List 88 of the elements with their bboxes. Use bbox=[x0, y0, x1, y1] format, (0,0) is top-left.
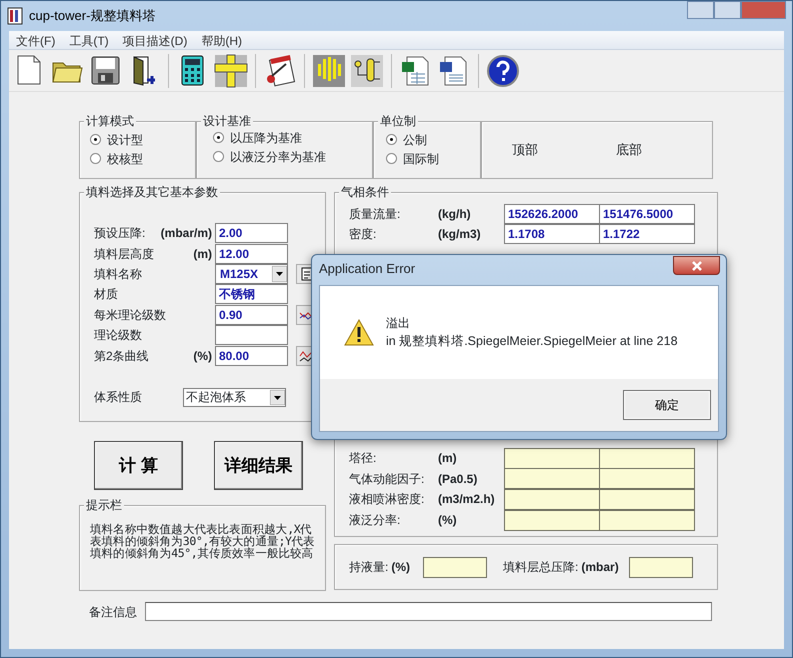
unit-label: (kg/h) bbox=[438, 206, 472, 223]
radio-button[interactable] bbox=[386, 134, 397, 145]
radio-option[interactable]: 校核型 bbox=[90, 149, 195, 168]
column-diagram-icon bbox=[350, 54, 384, 88]
radio-button[interactable] bbox=[90, 153, 101, 164]
ok-button[interactable]: 确定 bbox=[623, 390, 711, 420]
radio-option[interactable]: 以压降为基准 bbox=[213, 128, 372, 147]
packing-dropdown[interactable]: M125X bbox=[215, 264, 288, 284]
hint-text: 填料名称中数值越大代表比表面积越大,X代表填料的倾斜角为30°,有较大的通量;Y代表填料的倾斜角为45°,其传质效率一般比较高 bbox=[90, 523, 316, 559]
radio-option[interactable]: 设计型 bbox=[90, 130, 195, 149]
close-button[interactable] bbox=[673, 256, 720, 275]
field-label: 质量流量: bbox=[349, 206, 402, 223]
field-label: 填料层高度 bbox=[94, 246, 155, 263]
action-button[interactable]: 详细结果 bbox=[214, 441, 303, 490]
field-label: 材质 bbox=[94, 286, 119, 304]
system-dropdown[interactable]: 不起泡体系 bbox=[183, 388, 286, 407]
radio-option[interactable]: 公制 bbox=[386, 130, 480, 149]
field-label: 持液量: bbox=[349, 559, 388, 576]
column-header: 顶部 bbox=[512, 141, 538, 160]
result-field bbox=[628, 556, 693, 578]
input-field[interactable]: 80.00 bbox=[215, 346, 288, 366]
field-label: 预设压降: bbox=[94, 225, 146, 242]
error-message: 溢出 bbox=[386, 315, 411, 332]
minimize-button[interactable] bbox=[687, 1, 714, 19]
unit-label: (Pa0.5) bbox=[438, 470, 478, 488]
radio-option[interactable]: 以液泛分率为基准 bbox=[213, 147, 372, 166]
input-field[interactable]: 152626.2000 bbox=[504, 204, 600, 224]
group-title: 填料选择及其它基本参数 bbox=[84, 186, 220, 198]
menu-item[interactable]: 项目描述(D) bbox=[116, 31, 194, 49]
maximize-button[interactable] bbox=[714, 1, 741, 19]
field-label: 填料层总压降: bbox=[503, 559, 578, 576]
group-title: 单位制 bbox=[378, 115, 418, 127]
field-label: 气体动能因子: bbox=[349, 470, 426, 488]
field-label: 体系性质 bbox=[94, 389, 143, 406]
field-label: 理论级数 bbox=[94, 327, 143, 344]
dropdown-arrow-icon bbox=[272, 266, 287, 282]
input-field[interactable]: 2.00 bbox=[215, 223, 288, 244]
result-field bbox=[423, 556, 488, 578]
unit-label: (m3/m2.h) bbox=[438, 491, 496, 508]
unit-label: (m) bbox=[193, 246, 212, 263]
bar-wave-icon bbox=[312, 54, 346, 88]
app-icon bbox=[7, 6, 23, 24]
dropdown-arrow-icon bbox=[270, 390, 285, 405]
group-title: 计算模式 bbox=[84, 115, 136, 127]
group-title: 气相条件 bbox=[339, 186, 391, 198]
input-field[interactable]: 不锈钢 bbox=[215, 284, 288, 304]
help-icon bbox=[486, 54, 520, 88]
menu-item[interactable]: 文件(F) bbox=[9, 31, 62, 49]
unit-label: (kg/m3) bbox=[438, 226, 482, 243]
unit-label: (mbar) bbox=[581, 559, 619, 576]
unit-label: (%) bbox=[438, 512, 458, 530]
radio-button[interactable] bbox=[386, 153, 397, 164]
column-header: 底部 bbox=[616, 141, 642, 160]
input-field[interactable]: 0.90 bbox=[215, 304, 288, 325]
menu-item[interactable]: 工具(T) bbox=[62, 31, 116, 49]
field-label: 液相喷淋密度: bbox=[349, 491, 426, 508]
unit-label: (%) bbox=[391, 559, 410, 576]
field-label: 备注信息 bbox=[88, 604, 138, 620]
radio-button[interactable] bbox=[213, 132, 224, 143]
warning-icon bbox=[344, 319, 374, 346]
group-title: 提示栏 bbox=[84, 499, 124, 511]
group-title: 设计基准 bbox=[201, 115, 253, 127]
error-detail: in 规整填料塔.SpiegelMeier.SpiegelMeier at line 218 bbox=[386, 333, 678, 350]
input-field[interactable]: 1.1708 bbox=[504, 224, 600, 244]
remark-field[interactable] bbox=[145, 602, 712, 621]
input-field[interactable] bbox=[215, 325, 288, 346]
radio-button[interactable] bbox=[213, 151, 224, 162]
toolbar-button[interactable] bbox=[486, 54, 520, 88]
input-field[interactable]: 12.00 bbox=[215, 244, 288, 264]
action-button[interactable]: 计 算 bbox=[94, 441, 183, 490]
input-field[interactable]: 1.1722 bbox=[599, 224, 695, 244]
close-icon bbox=[690, 260, 702, 270]
unit-label: (%) bbox=[193, 348, 212, 365]
field-label: 第2条曲线 bbox=[94, 348, 150, 365]
window-title: cup-tower-规整填料塔 bbox=[29, 6, 156, 25]
unit-label: (mbar/m) bbox=[160, 225, 212, 242]
field-label: 液泛分率: bbox=[349, 512, 402, 530]
field-label: 塔径: bbox=[349, 450, 378, 468]
dialog-title: Application Error bbox=[319, 260, 416, 278]
unit-label: (m) bbox=[438, 450, 458, 468]
toolbar-button[interactable] bbox=[350, 54, 384, 88]
radio-option[interactable]: 国际制 bbox=[386, 149, 480, 168]
menu-item[interactable]: 帮助(H) bbox=[194, 31, 249, 49]
input-field[interactable]: 151476.5000 bbox=[599, 204, 695, 224]
radio-button[interactable] bbox=[90, 134, 101, 145]
field-label: 每米理论级数 bbox=[94, 306, 167, 324]
field-label: 填料名称 bbox=[94, 266, 143, 283]
field-label: 密度: bbox=[349, 226, 378, 243]
